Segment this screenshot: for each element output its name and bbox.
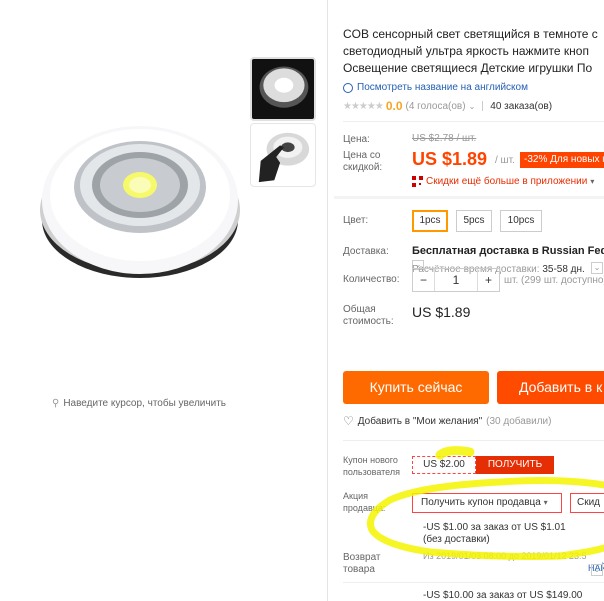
per-unit: / шт.: [495, 155, 515, 166]
magnifier-icon: ⚲: [52, 398, 60, 409]
product-title: COB сенсорный свет светящийся в темноте …: [343, 27, 598, 75]
divider-line: [343, 121, 604, 122]
color-option-5pcs[interactable]: 5pcs: [456, 210, 492, 232]
discount-badge: -32% Для новых п: [520, 152, 604, 168]
wishlist-link[interactable]: ♡ Добавить в "Мои желания" (30 добавили): [343, 414, 551, 428]
get-coupon-button[interactable]: ПОЛУЧИТЬ: [476, 456, 554, 474]
seller-promo-label: Акция продавца:: [343, 491, 386, 513]
quantity-input[interactable]: 1: [435, 269, 477, 291]
seller-coupon-2: -US $10.00 за заказ от US $149.00: [423, 590, 583, 601]
chevron-down-icon: ⌄: [593, 565, 601, 574]
new-user-coupon-label: Купон нового пользователя: [343, 455, 400, 477]
rating-value: 0.0: [385, 99, 403, 113]
color-option-1pcs[interactable]: 1pcs: [412, 210, 448, 232]
column-divider: [327, 0, 328, 601]
translate-link[interactable]: Посмотреть название на английском: [343, 82, 528, 93]
total-value: US $1.89: [412, 304, 471, 320]
color-label: Цвет:: [343, 215, 369, 226]
quantity-available: шт. (299 шт. доступно): [504, 275, 604, 286]
chevron-down-icon[interactable]: ▾: [590, 177, 594, 186]
quantity-stepper[interactable]: − 1 +: [412, 268, 500, 292]
separator: [482, 101, 484, 111]
seller-coupon-1: -US $1.00 за заказ от US $1.01 (без дост…: [423, 522, 566, 545]
orders-count: 40 заказа(ов): [490, 100, 553, 112]
discount-dropdown[interactable]: Скид: [570, 493, 604, 513]
divider-line: [343, 582, 604, 583]
old-price: US $2.78 / шт.: [412, 133, 477, 144]
buy-now-button[interactable]: Купить сейчас: [343, 371, 489, 404]
add-to-cart-button[interactable]: Добавить в к: [497, 371, 604, 404]
section-band: [334, 196, 604, 199]
zoom-hint: ⚲ Наведите курсор, чтобы увеличить: [52, 398, 226, 409]
current-price: US $1.89: [412, 149, 488, 169]
qr-code-icon: [412, 176, 423, 187]
app-discount-link[interactable]: Скидки ещё больше в приложении ▾: [412, 176, 594, 187]
shipping-title: Бесплатная доставка в Russian Federat: [412, 245, 604, 257]
heart-icon: ♡: [343, 414, 354, 428]
quantity-plus-button[interactable]: +: [477, 269, 499, 291]
return-label: Возврат товара: [343, 552, 381, 575]
thumbnail-lit[interactable]: [250, 57, 316, 121]
price-label: Цена:: [343, 134, 370, 145]
globe-icon: [343, 82, 353, 93]
chevron-down-icon: ⌄: [593, 263, 601, 272]
votes-count[interactable]: (4 голоса(ов): [406, 101, 466, 112]
rating-row: ★★★★★ 0.0 (4 голоса(ов) ⌄ 40 заказа(ов): [343, 99, 552, 113]
thumbnail-hand[interactable]: [250, 123, 316, 187]
expand-toggle[interactable]: ⌄: [591, 564, 603, 576]
star-rating-icon: ★★★★★: [343, 100, 384, 112]
seller-coupon-1-dates: Из 2019/01/03 08:00 до 2019/01/12 23:5: [423, 551, 587, 561]
seller-coupon-dropdown[interactable]: Получить купон продавца ▾: [412, 493, 562, 513]
quantity-minus-button[interactable]: −: [413, 269, 435, 291]
caret-down-icon: ▾: [543, 498, 548, 507]
divider-line: [343, 440, 604, 441]
chevron-down-icon[interactable]: ⌄: [469, 102, 476, 111]
shipping-label: Доставка:: [343, 246, 389, 257]
discount-price-label: Цена со скидкой:: [343, 150, 383, 173]
new-user-coupon-value: US $2.00: [412, 456, 476, 474]
total-label: Общая стоимость:: [343, 304, 394, 327]
product-photo[interactable]: [28, 100, 248, 300]
quantity-label: Количество:: [343, 274, 400, 285]
top-breadcrumb: · · · · · ·: [0, 0, 320, 6]
shipping-time-toggle[interactable]: ⌄: [591, 262, 603, 274]
color-option-10pcs[interactable]: 10pcs: [500, 210, 542, 232]
